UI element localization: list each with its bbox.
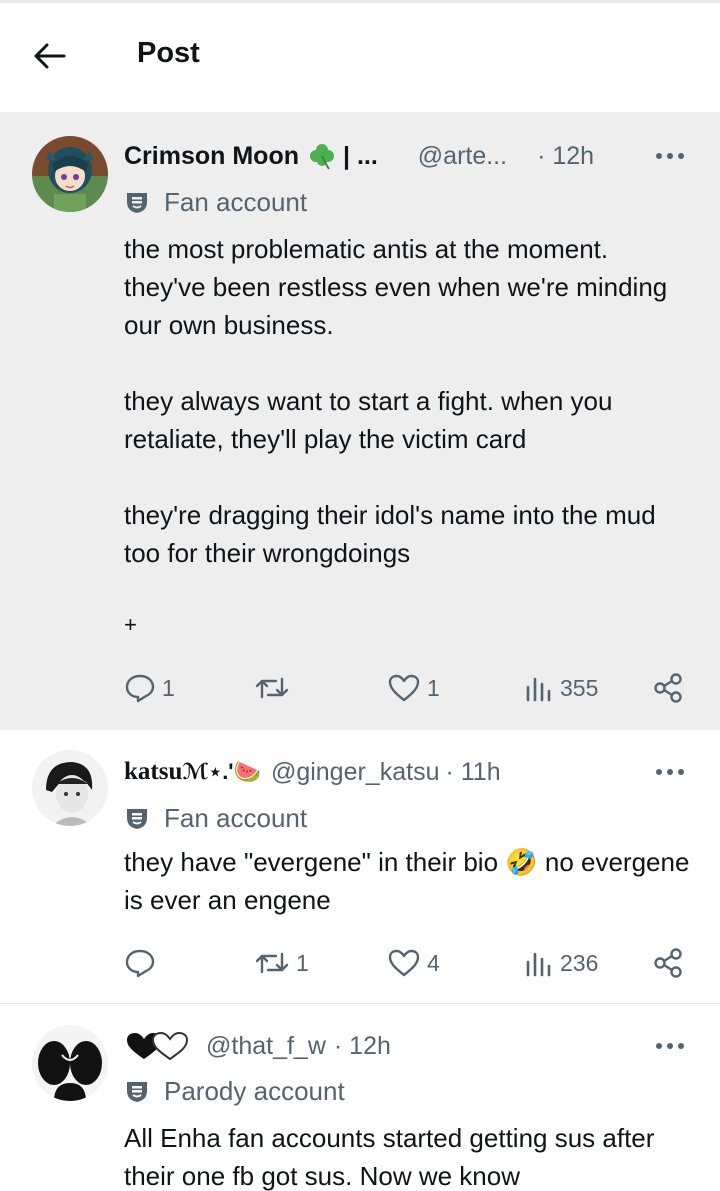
display-name[interactable]: katsu	[124, 758, 182, 786]
action-bar: 1 4 236	[124, 943, 694, 983]
account-label[interactable]: Fan account	[124, 801, 307, 835]
post-text: they have "evergene" in their bio 🤣 no e…	[124, 843, 694, 919]
more-button[interactable]	[650, 139, 690, 173]
user-handle[interactable]: @arte...	[418, 142, 507, 171]
repost-icon	[255, 677, 289, 699]
account-label[interactable]: Parody account	[124, 1074, 345, 1108]
view-count: 355	[560, 674, 599, 701]
back-button[interactable]	[30, 39, 70, 73]
post-text: the most problematic antis at the moment…	[124, 234, 668, 568]
top-bar: Post	[0, 0, 720, 112]
user-handle[interactable]: @ginger_katsu	[271, 758, 440, 787]
account-label-text: Parody account	[164, 1075, 345, 1106]
repost-button[interactable]: 1	[254, 943, 309, 983]
black-white-hearts-icon	[127, 1031, 189, 1061]
display-name[interactable]: Crimson Moon	[124, 142, 299, 171]
like-count: 1	[427, 674, 440, 701]
like-button[interactable]: 4	[387, 943, 440, 983]
share-icon	[654, 673, 682, 703]
share-icon	[654, 948, 682, 978]
reply-post[interactable]: katsu ℳ⋆.'🍉 @ginger_katsu · 11h Fan acco…	[0, 730, 720, 1004]
reply-count: 1	[162, 674, 175, 701]
display-name-suffix: | ...	[343, 141, 378, 170]
like-button[interactable]: 1	[387, 668, 440, 708]
account-label[interactable]: Fan account	[124, 185, 307, 219]
repost-count: 1	[296, 949, 309, 976]
views-button[interactable]: 355	[524, 668, 598, 708]
post-time[interactable]: · 12h	[537, 142, 594, 171]
arrow-left-icon	[34, 43, 66, 69]
heart-icon	[388, 949, 420, 977]
reply-icon	[125, 674, 155, 703]
like-count: 4	[427, 949, 440, 976]
more-horizontal-icon	[656, 1043, 684, 1049]
repost-icon	[255, 952, 289, 974]
more-horizontal-icon	[656, 153, 684, 159]
more-button[interactable]	[650, 755, 690, 789]
post-main[interactable]: Crimson Moon | ... @arte... · 12h Fan ac…	[0, 112, 720, 730]
post-text: All Enha fan accounts started getting su…	[124, 1123, 662, 1191]
repost-button[interactable]	[254, 668, 296, 708]
post-header: @that_f_w · 12h	[124, 1029, 690, 1063]
clover-icon	[310, 144, 334, 170]
reply-post[interactable]: @that_f_w · 12h Parody account All Enha …	[0, 1005, 720, 1191]
page-title: Post	[137, 37, 200, 69]
avatar[interactable]	[32, 136, 108, 212]
account-label-text: Fan account	[164, 802, 308, 833]
views-icon	[526, 677, 551, 702]
reply-button[interactable]: 1	[124, 668, 175, 708]
post-time[interactable]: · 11h	[445, 758, 500, 787]
mask-badge-icon	[127, 809, 147, 829]
post-text-part: they have "evergene" in their bio	[124, 847, 506, 877]
views-button[interactable]: 236	[524, 943, 598, 983]
action-bar: 1 1 355	[124, 668, 694, 708]
reply-icon	[125, 949, 155, 978]
mask-badge-icon	[127, 1082, 147, 1102]
reply-button[interactable]	[124, 943, 162, 983]
share-button[interactable]	[652, 668, 684, 708]
views-icon	[526, 952, 551, 977]
post-extra: +	[124, 612, 137, 637]
rofl-emoji: 🤣	[505, 847, 538, 877]
avatar[interactable]	[32, 1025, 108, 1101]
account-label-text: Fan account	[164, 186, 308, 217]
view-count: 236	[560, 949, 599, 976]
share-button[interactable]	[652, 943, 684, 983]
post-time[interactable]: · 12h	[334, 1032, 391, 1061]
post-header: katsu ℳ⋆.'🍉 @ginger_katsu · 11h	[124, 755, 690, 789]
user-handle[interactable]: @that_f_w	[206, 1032, 326, 1061]
avatar[interactable]	[32, 750, 108, 826]
more-horizontal-icon	[656, 769, 684, 775]
mask-badge-icon	[127, 193, 147, 213]
heart-icon	[388, 674, 420, 702]
post-header: Crimson Moon | ... @arte... · 12h	[124, 139, 690, 173]
display-name-suffix: ℳ⋆.'🍉	[182, 759, 261, 784]
more-button[interactable]	[650, 1029, 690, 1063]
